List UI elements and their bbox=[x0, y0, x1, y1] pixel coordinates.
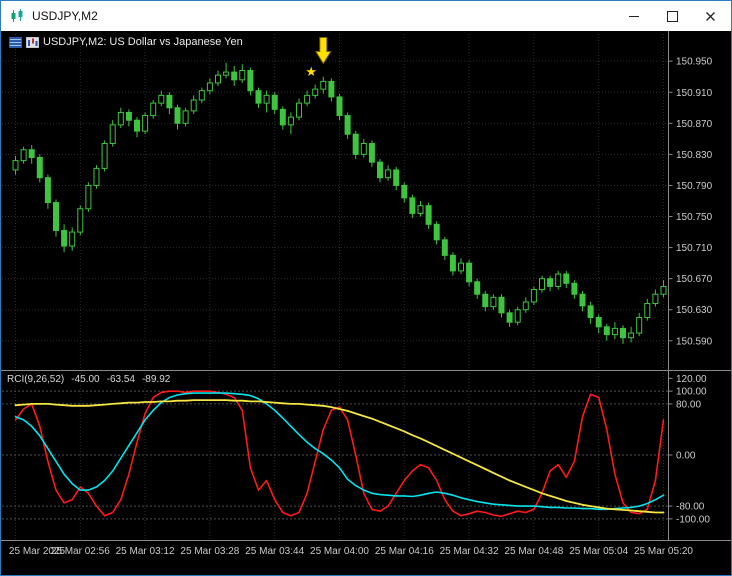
arrow-down-annotation[interactable] bbox=[314, 37, 332, 65]
svg-text:150.750: 150.750 bbox=[676, 212, 713, 223]
indicator-line-rci-52 bbox=[14, 399, 665, 514]
svg-text:150.710: 150.710 bbox=[676, 243, 713, 254]
svg-text:25 Mar 04:00: 25 Mar 04:00 bbox=[310, 546, 369, 557]
price-gridlines bbox=[2, 60, 668, 342]
chart-client-area[interactable]: 150.950 150.910 150.870 150.830 150.790 150.7… bbox=[1, 31, 731, 575]
svg-text:25 Mar 03:12: 25 Mar 03:12 bbox=[116, 546, 175, 557]
svg-text:★: ★ bbox=[305, 65, 317, 80]
svg-text:150.790: 150.790 bbox=[676, 181, 713, 192]
svg-text:25 Mar 02:56: 25 Mar 02:56 bbox=[51, 546, 110, 557]
close-icon bbox=[705, 11, 715, 21]
svg-text:100.00: 100.00 bbox=[676, 387, 707, 398]
indicator-axis-labels[interactable]: 120.00 100.0080.00 0.00 -80.00-100.00 bbox=[668, 374, 711, 525]
indicator-level-lines bbox=[2, 390, 668, 520]
svg-text:25 Mar 04:48: 25 Mar 04:48 bbox=[504, 546, 563, 557]
pane-frames bbox=[1, 31, 731, 541]
svg-text:25 Mar 03:28: 25 Mar 03:28 bbox=[180, 546, 239, 557]
svg-text:25 Mar 05:20: 25 Mar 05:20 bbox=[634, 546, 693, 557]
svg-text:150.830: 150.830 bbox=[676, 150, 713, 161]
symbol-label: USDJPY,M2: US Dollar vs Japanese Yen bbox=[9, 36, 243, 48]
minimize-icon bbox=[629, 15, 639, 17]
indicator-value-1: -45.00 bbox=[71, 374, 100, 385]
window-controls bbox=[615, 1, 729, 31]
svg-text:120.00: 120.00 bbox=[676, 374, 707, 385]
chart-window: USDJPY,M2 150.950 150.910 150.870 150.830 15… bbox=[0, 0, 732, 576]
time-axis-labels[interactable]: 25 Mar 202525 Mar 02:56 25 Mar 03:12 25 Ma… bbox=[9, 546, 693, 557]
grid-icon[interactable] bbox=[9, 36, 22, 48]
svg-text:150.630: 150.630 bbox=[676, 305, 713, 316]
star-annotation[interactable]: ★ bbox=[305, 65, 317, 80]
indicator-value-2: -63.54 bbox=[106, 374, 135, 385]
window-titlebar[interactable]: USDJPY,M2 bbox=[1, 1, 731, 31]
indicator-label: RCI(9,26,52) -45.00 -63.54 -89.92 bbox=[7, 374, 177, 385]
svg-text:150.910: 150.910 bbox=[676, 88, 713, 99]
indicator-name: RCI(9,26,52) bbox=[7, 374, 65, 385]
svg-text:-100.00: -100.00 bbox=[676, 514, 710, 525]
svg-text:150.670: 150.670 bbox=[676, 274, 713, 285]
candles-icon[interactable] bbox=[26, 36, 39, 48]
minimize-button[interactable] bbox=[615, 1, 653, 31]
chart-window-icon bbox=[9, 8, 26, 24]
indicator-value-3: -89.92 bbox=[141, 374, 171, 385]
window-title: USDJPY,M2 bbox=[32, 9, 98, 23]
svg-text:25 Mar 04:16: 25 Mar 04:16 bbox=[375, 546, 434, 557]
svg-text:150.950: 150.950 bbox=[676, 57, 713, 68]
svg-text:25 Mar 03:44: 25 Mar 03:44 bbox=[245, 546, 304, 557]
svg-text:25 Mar 05:04: 25 Mar 05:04 bbox=[569, 546, 628, 557]
svg-text:80.00: 80.00 bbox=[676, 399, 701, 410]
symbol-description: USDJPY,M2: US Dollar vs Japanese Yen bbox=[43, 36, 243, 48]
svg-text:0.00: 0.00 bbox=[676, 451, 696, 462]
maximize-icon bbox=[666, 10, 678, 22]
svg-text:150.870: 150.870 bbox=[676, 119, 713, 130]
svg-text:25 Mar 04:32: 25 Mar 04:32 bbox=[440, 546, 499, 557]
close-button[interactable] bbox=[691, 1, 729, 31]
chart-canvas[interactable]: 150.950 150.910 150.870 150.830 150.790 150.7… bbox=[1, 31, 731, 575]
maximize-button[interactable] bbox=[653, 1, 691, 31]
svg-text:150.590: 150.590 bbox=[676, 336, 713, 347]
price-axis-labels[interactable]: 150.950 150.910 150.870 150.830 150.790 150.7… bbox=[668, 57, 713, 348]
svg-text:-80.00: -80.00 bbox=[676, 502, 705, 513]
